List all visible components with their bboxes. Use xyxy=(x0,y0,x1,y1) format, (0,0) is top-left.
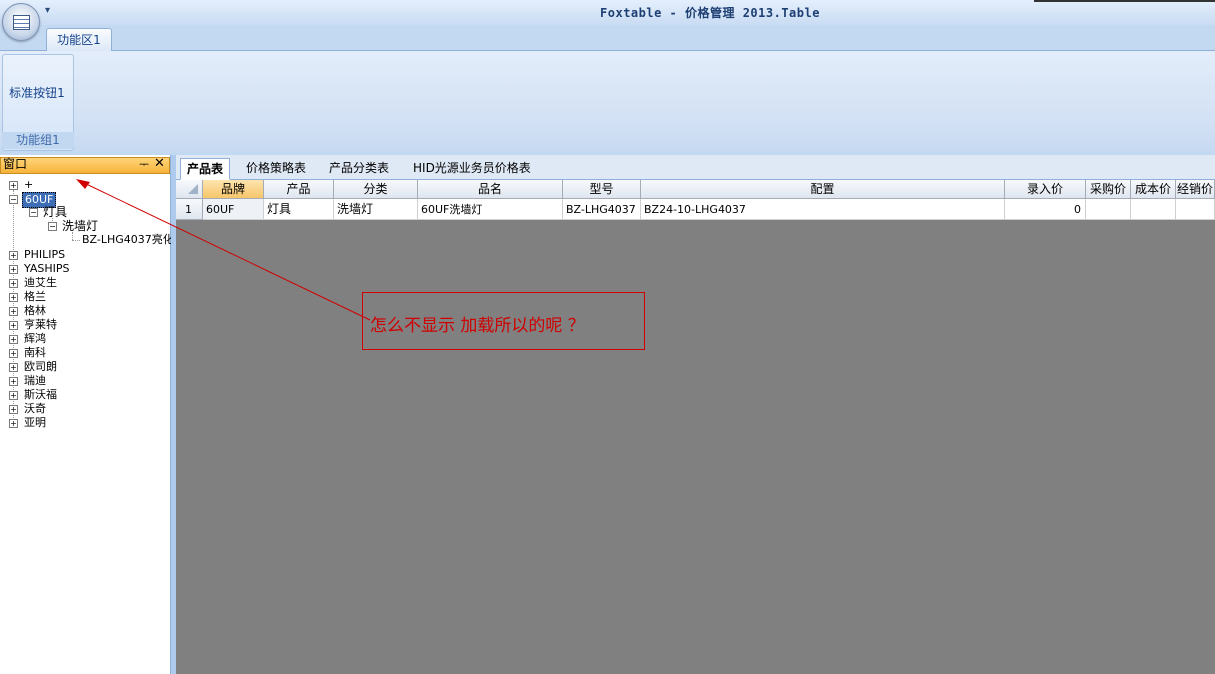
expand-icon[interactable]: + xyxy=(9,335,18,344)
tree-node-label: 格兰 xyxy=(24,290,46,303)
tree-node-label: PHILIPS xyxy=(24,248,66,261)
tree-node-label: 南科 xyxy=(24,346,46,359)
tree-node-label: BZ-LHG4037亮化' xyxy=(82,233,177,246)
expand-icon[interactable]: + xyxy=(9,363,18,372)
expand-icon[interactable]: + xyxy=(9,391,18,400)
row-header[interactable]: 1 xyxy=(176,199,203,220)
tree-node-label: 迪艾生 xyxy=(24,276,57,289)
column-header-cost-price[interactable]: 成本价 xyxy=(1131,180,1176,199)
cell-config[interactable]: BZ24-10-LHG4037 xyxy=(641,199,1005,220)
tree-node-label: 辉鸿 xyxy=(24,332,46,345)
window-edge xyxy=(1034,0,1215,2)
collapse-icon[interactable]: − xyxy=(9,195,18,204)
cell-brand[interactable]: 60UF xyxy=(203,199,264,220)
cell-dealer-price[interactable] xyxy=(1176,199,1215,220)
cell-purchase-price[interactable] xyxy=(1086,199,1131,220)
select-all-icon xyxy=(188,184,198,194)
column-header-dealer-price[interactable]: 经销价 xyxy=(1176,180,1215,199)
tree-node-label: 亚明 xyxy=(24,416,46,429)
application-menu-button[interactable] xyxy=(2,3,40,41)
app-menu-icon xyxy=(13,15,30,30)
close-icon[interactable]: ✕ xyxy=(154,156,165,172)
expand-icon[interactable]: + xyxy=(9,405,18,414)
cell-entry-price[interactable]: 0 xyxy=(1005,199,1086,220)
tree-node-label: 灯具 xyxy=(43,205,68,219)
tab-product-table[interactable]: 产品表 xyxy=(180,158,231,180)
cell-product[interactable]: 灯具 xyxy=(264,199,334,220)
tab-hid-price[interactable]: HID光源业务员价格表 xyxy=(407,158,537,178)
expand-icon[interactable]: + xyxy=(9,293,18,302)
cell-cost-price[interactable] xyxy=(1131,199,1176,220)
tree-node-label: 斯沃福 xyxy=(24,388,57,401)
ribbon-group-label: 功能组1 xyxy=(2,132,74,149)
expand-icon[interactable]: + xyxy=(9,377,18,386)
window-title: Foxtable - 价格管理 2013.Table xyxy=(600,6,820,20)
cell-category[interactable]: 洗墙灯 xyxy=(334,199,418,220)
tree-node-label: 欧司朗 xyxy=(24,360,57,373)
expand-icon[interactable]: + xyxy=(9,251,18,260)
column-header-category[interactable]: 分类 xyxy=(334,180,418,199)
cell-model[interactable]: BZ-LHG4037 xyxy=(563,199,641,220)
column-header-product[interactable]: 产品 xyxy=(264,180,334,199)
tree-connector xyxy=(72,240,80,241)
expand-icon[interactable]: + xyxy=(9,265,18,274)
cell-name[interactable]: 60UF洗墙灯 xyxy=(418,199,563,220)
quick-access-toolbar-dropdown[interactable]: ▾ xyxy=(45,5,50,16)
standard-button-1[interactable]: 标准按钮1 xyxy=(6,84,68,101)
column-header-brand[interactable]: 品牌 xyxy=(203,180,264,199)
annotation-text: 怎么不显示 加载所以的呢 ？ xyxy=(370,316,585,336)
expand-icon[interactable]: + xyxy=(9,321,18,330)
tree-node-label: 格林 xyxy=(24,304,46,317)
ribbon-body xyxy=(0,50,1215,152)
tree-node-label: 瑞迪 xyxy=(24,374,46,387)
column-header-model[interactable]: 型号 xyxy=(563,180,641,199)
tree-node-label: 沃奇 xyxy=(24,402,46,415)
collapse-icon[interactable]: − xyxy=(29,208,38,217)
tree-node-label: 洗墙灯 xyxy=(62,219,99,233)
column-header-name[interactable]: 品名 xyxy=(418,180,563,199)
collapse-icon[interactable]: − xyxy=(48,222,57,231)
column-header-purchase-price[interactable]: 采购价 xyxy=(1086,180,1131,199)
tree-connector xyxy=(72,232,73,240)
tree-node-label: 亨莱特 xyxy=(24,318,57,331)
expand-icon[interactable]: + xyxy=(9,181,18,190)
expand-icon[interactable]: + xyxy=(9,307,18,316)
expand-icon[interactable]: + xyxy=(9,349,18,358)
expand-icon[interactable]: + xyxy=(9,279,18,288)
expand-icon[interactable]: + xyxy=(9,419,18,428)
column-header-entry-price[interactable]: 录入价 xyxy=(1005,180,1086,199)
tree-node-label: YASHIPS xyxy=(24,262,70,275)
tree-node-label: + xyxy=(24,178,34,191)
ribbon-tab-row xyxy=(0,25,1215,50)
tab-pricing-strategy[interactable]: 价格策略表 xyxy=(240,158,312,178)
tab-product-category[interactable]: 产品分类表 xyxy=(323,158,395,178)
ribbon-tab-function-area[interactable]: 功能区1 xyxy=(46,28,112,51)
column-header-config[interactable]: 配置 xyxy=(641,180,1005,199)
panel-title: 窗口 xyxy=(3,157,28,171)
data-grid xyxy=(176,180,1215,674)
pin-icon[interactable]: ᅮ xyxy=(139,157,149,172)
